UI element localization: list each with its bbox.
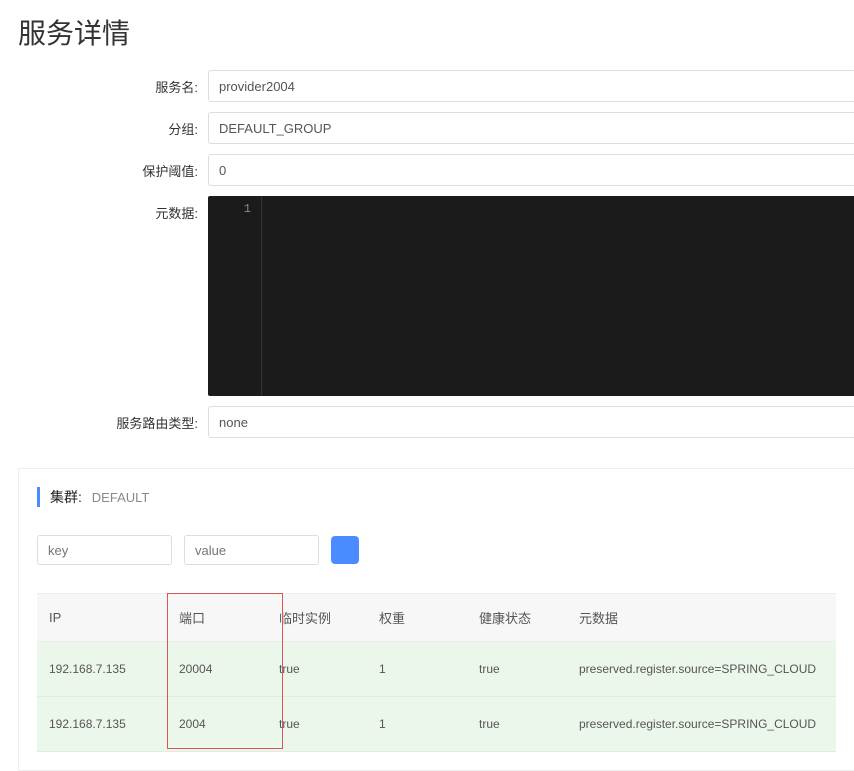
input-group[interactable]: [208, 112, 854, 144]
cell-health: true: [467, 697, 567, 752]
label-service-name: 服务名:: [18, 70, 208, 96]
cell-weight: 1: [367, 697, 467, 752]
cell-ephemeral: true: [267, 642, 367, 697]
instances-table: IP 端口 临时实例 权重 健康状态 元数据 192.168.7.135 200…: [37, 593, 836, 752]
cell-health: true: [467, 642, 567, 697]
cell-metadata: preserved.register.source=SPRING_CLOUD: [567, 697, 836, 752]
editor-content[interactable]: [262, 196, 854, 396]
cell-weight: 1: [367, 642, 467, 697]
col-header-health: 健康状态: [467, 594, 567, 642]
label-metadata: 元数据:: [18, 196, 208, 222]
table-row: 192.168.7.135 20004 true 1 true preserve…: [37, 642, 836, 697]
filter-value-input[interactable]: [184, 535, 319, 565]
col-header-port: 端口: [167, 594, 267, 642]
cell-ephemeral: true: [267, 697, 367, 752]
cluster-name: DEFAULT: [92, 490, 150, 505]
cell-ip: 192.168.7.135: [37, 697, 167, 752]
metadata-editor[interactable]: 1: [208, 196, 854, 396]
col-header-ip: IP: [37, 594, 167, 642]
page-title: 服务详情: [18, 12, 854, 52]
label-group: 分组:: [18, 112, 208, 138]
col-header-ephemeral: 临时实例: [267, 594, 367, 642]
label-route-type: 服务路由类型:: [18, 406, 208, 432]
cell-port: 20004: [167, 642, 267, 697]
col-header-weight: 权重: [367, 594, 467, 642]
input-route-type[interactable]: [208, 406, 854, 438]
cluster-header: 集群: DEFAULT: [37, 487, 836, 507]
cluster-panel: 集群: DEFAULT IP 端口 临时实例 权重 健康状态 元数据: [18, 468, 854, 771]
input-protect-threshold[interactable]: [208, 154, 854, 186]
filter-submit-button[interactable]: [331, 536, 359, 564]
table-row: 192.168.7.135 2004 true 1 true preserved…: [37, 697, 836, 752]
cell-port: 2004: [167, 697, 267, 752]
editor-gutter: 1: [208, 196, 262, 396]
filter-key-input[interactable]: [37, 535, 172, 565]
cluster-label: 集群:: [50, 489, 82, 505]
input-service-name[interactable]: [208, 70, 854, 102]
col-header-metadata: 元数据: [567, 594, 836, 642]
label-protect-threshold: 保护阈值:: [18, 154, 208, 180]
cell-ip: 192.168.7.135: [37, 642, 167, 697]
cell-metadata: preserved.register.source=SPRING_CLOUD: [567, 642, 836, 697]
